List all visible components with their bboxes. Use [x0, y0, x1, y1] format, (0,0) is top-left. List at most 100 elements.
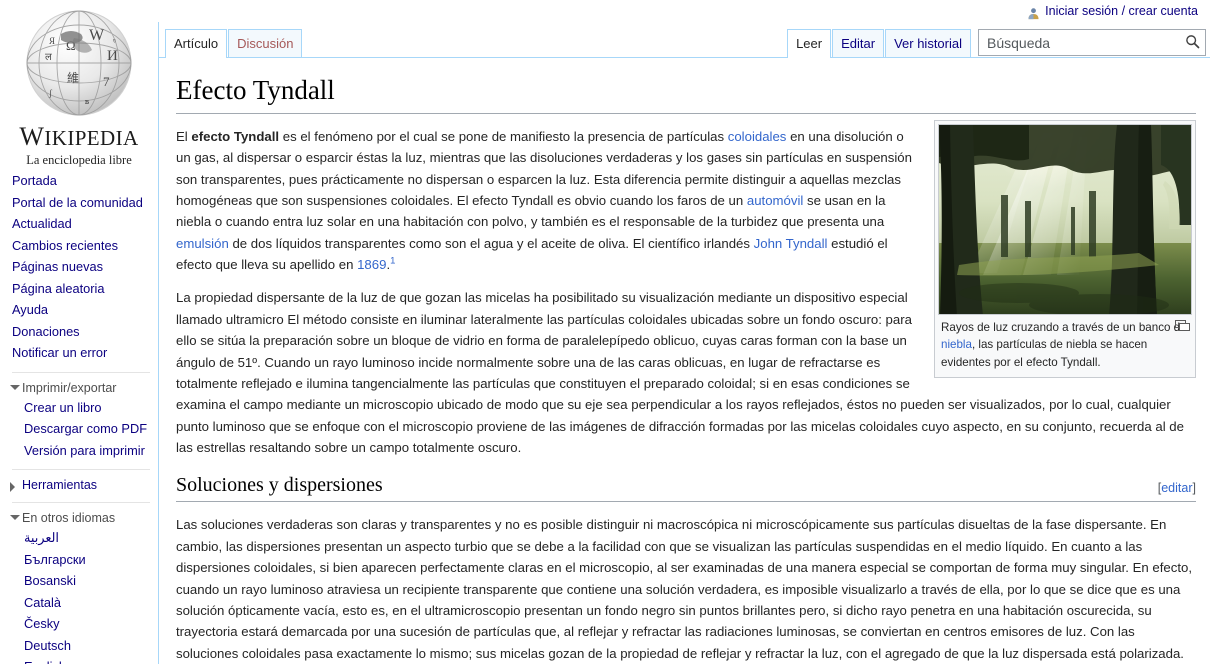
wikipedia-wordmark: WIKIPEDIA: [19, 122, 138, 152]
tab-editar[interactable]: Editar: [832, 29, 885, 57]
sidebar-item-cambios-recientes[interactable]: Cambios recientes: [12, 235, 152, 257]
magnify-enlarge-icon[interactable]: [1175, 319, 1190, 331]
sidebar-divider-3: [12, 502, 150, 503]
user-avatar-icon: [1027, 7, 1040, 20]
language-link-ca[interactable]: Català: [24, 593, 61, 613]
portal-heading-tools[interactable]: Herramientas: [10, 476, 152, 494]
portal-heading-label: Imprimir/exportar: [22, 380, 117, 395]
language-link-bs[interactable]: Bosanski: [24, 571, 76, 591]
sidebar-divider-1: [12, 371, 150, 373]
svg-text:維: 維: [67, 71, 79, 85]
sidebar-link-descargar-pdf[interactable]: Descargar como PDF: [24, 419, 147, 439]
language-link-ar[interactable]: العربية: [24, 528, 59, 548]
language-item-bs[interactable]: Bosanski: [12, 570, 152, 592]
sidebar-link-crear-libro[interactable]: Crear un libro: [24, 398, 102, 418]
sidebar-item-version-imprimir[interactable]: Versión para imprimir: [12, 440, 152, 462]
reference-marker-1[interactable]: 1: [390, 256, 395, 267]
caption-text-a: Rayos de luz cruzando a través de un ban…: [941, 320, 1187, 334]
svg-text:ᏼ: ᏼ: [85, 96, 89, 106]
intro-text-b: es el fenómeno por el cual se pone de ma…: [279, 128, 728, 144]
sidebar-item-portada[interactable]: Portada: [12, 170, 152, 192]
sidebar-link-notificar-error[interactable]: Notificar un error: [12, 343, 107, 363]
portal-print-export: Imprimir/exportar Crear un libro Descarg…: [10, 379, 152, 462]
search-form[interactable]: [978, 29, 1206, 56]
language-link-de[interactable]: Deutsch: [24, 636, 71, 656]
sidebar-link-ayuda[interactable]: Ayuda: [12, 300, 48, 320]
search-input[interactable]: [979, 30, 1179, 55]
search-button[interactable]: [1179, 30, 1205, 55]
link-1869[interactable]: 1869: [357, 257, 386, 272]
tab-articulo[interactable]: Artículo: [165, 29, 228, 58]
edit-link[interactable]: editar: [1161, 481, 1192, 495]
section-edit-link[interactable]: [editar]: [1158, 480, 1196, 496]
intro-text-e: de dos líquidos transparentes como son e…: [228, 235, 754, 251]
portal-tools: Herramientas: [10, 476, 152, 494]
wordmark-rest: IKIPEDIA: [44, 126, 139, 150]
reference-link-1[interactable]: 1: [390, 256, 395, 267]
sidebar-item-crear-libro[interactable]: Crear un libro: [12, 397, 152, 419]
wikipedia-page: Iniciar sesión / crear cuenta Ω W И 維 7 …: [0, 0, 1210, 664]
language-item-de[interactable]: Deutsch: [12, 635, 152, 657]
sidebar-item-paginas-nuevas[interactable]: Páginas nuevas: [12, 256, 152, 278]
sidebar-item-ayuda[interactable]: Ayuda: [12, 299, 152, 321]
section-heading-soluciones: Soluciones y dispersiones [editar]: [176, 472, 1196, 503]
portal-heading-label-tools[interactable]: Herramientas: [22, 478, 97, 492]
intro-text-a: El: [176, 128, 192, 144]
caption-text-b: , las partículas de niebla se hacen evid…: [941, 338, 1148, 369]
section-heading-label: Soluciones y dispersiones: [176, 474, 383, 497]
sidebar-link-paginas-nuevas[interactable]: Páginas nuevas: [12, 257, 103, 277]
sidebar-link-cambios-recientes[interactable]: Cambios recientes: [12, 236, 118, 256]
link-john-tyndall[interactable]: John Tyndall: [754, 236, 828, 251]
sidebar-link-portada[interactable]: Portada: [12, 171, 57, 191]
link-emulsion[interactable]: emulsión: [176, 236, 229, 251]
sidebar-item-donaciones[interactable]: Donaciones: [12, 321, 152, 343]
personal-toolbar: Iniciar sesión / crear cuenta: [1027, 0, 1210, 22]
language-item-ar[interactable]: العربية: [12, 527, 152, 549]
thumbnail-caption: Rayos de luz cruzando a través de un ban…: [938, 315, 1192, 374]
language-link-cs[interactable]: Česky: [24, 614, 60, 634]
page-title: Efecto Tyndall: [176, 74, 1196, 114]
sidebar-link-version-imprimir[interactable]: Versión para imprimir: [24, 441, 145, 461]
sidebar-item-pagina-aleatoria[interactable]: Página aleatoria: [12, 278, 152, 300]
sidebar-navigation: Portada Portal de la comunidad Actualida…: [0, 170, 158, 664]
language-link-bg[interactable]: Български: [24, 550, 86, 570]
sidebar-item-notificar-error[interactable]: Notificar un error: [12, 342, 152, 364]
language-list: العربية Български Bosanski Català Česky …: [12, 527, 152, 664]
sidebar-divider-2: [12, 469, 150, 470]
language-item-ca[interactable]: Català: [12, 592, 152, 614]
sidebar-item-actualidad[interactable]: Actualidad: [12, 213, 152, 235]
portal-heading-label-languages: En otros idiomas: [22, 511, 116, 525]
print-export-list: Crear un libro Descargar como PDF Versió…: [12, 397, 152, 462]
login-create-account-link[interactable]: Iniciar sesión / crear cuenta: [1045, 4, 1198, 18]
sidebar-link-donaciones[interactable]: Donaciones: [12, 322, 80, 342]
sidebar-item-portal-comunidad[interactable]: Portal de la comunidad: [12, 192, 152, 214]
thumbnail-image[interactable]: [938, 123, 1192, 315]
sidebar-item-descargar-pdf[interactable]: Descargar como PDF: [12, 418, 152, 440]
language-link-en[interactable]: English: [24, 657, 66, 664]
search-magnifier-icon: [1185, 34, 1200, 52]
article-thumbnail[interactable]: Rayos de luz cruzando a través de un ban…: [934, 119, 1196, 378]
chevron-down-icon-languages: [10, 515, 20, 520]
svg-text:Я: Я: [49, 36, 55, 46]
tab-bar: Artículo Discusión Leer Editar Ver histo…: [159, 22, 1210, 58]
svg-text:W: W: [89, 27, 105, 44]
sidebar-link-actualidad[interactable]: Actualidad: [12, 214, 72, 234]
sidebar-link-portal-comunidad[interactable]: Portal de la comunidad: [12, 193, 143, 213]
tab-leer[interactable]: Leer: [787, 29, 832, 58]
language-item-bg[interactable]: Български: [12, 549, 152, 571]
wikipedia-logo[interactable]: Ω W И 維 7 ल Я ᏼ ʃ ᵑ WIKIPEDIA La enciclo…: [0, 0, 158, 167]
svg-text:И: И: [107, 48, 118, 64]
caption-link-niebla[interactable]: niebla: [941, 338, 972, 351]
tab-discusion[interactable]: Discusión: [228, 29, 303, 57]
link-automovil[interactable]: automóvil: [747, 193, 803, 208]
wordmark-initial: W: [19, 122, 45, 151]
sidebar-link-pagina-aleatoria[interactable]: Página aleatoria: [12, 279, 105, 299]
wikipedia-globe-logo[interactable]: Ω W И 維 7 ल Я ᏼ ʃ ᵑ: [19, 8, 139, 120]
tab-ver-historial[interactable]: Ver historial: [885, 29, 971, 57]
language-item-en[interactable]: English: [12, 656, 152, 664]
portal-heading-print-export[interactable]: Imprimir/exportar: [10, 379, 152, 397]
language-item-cs[interactable]: Česky: [12, 613, 152, 635]
portal-heading-languages[interactable]: En otros idiomas: [10, 509, 152, 527]
view-tabs: Leer Editar Ver historial: [787, 29, 972, 58]
link-coloidales[interactable]: coloidales: [728, 129, 787, 144]
